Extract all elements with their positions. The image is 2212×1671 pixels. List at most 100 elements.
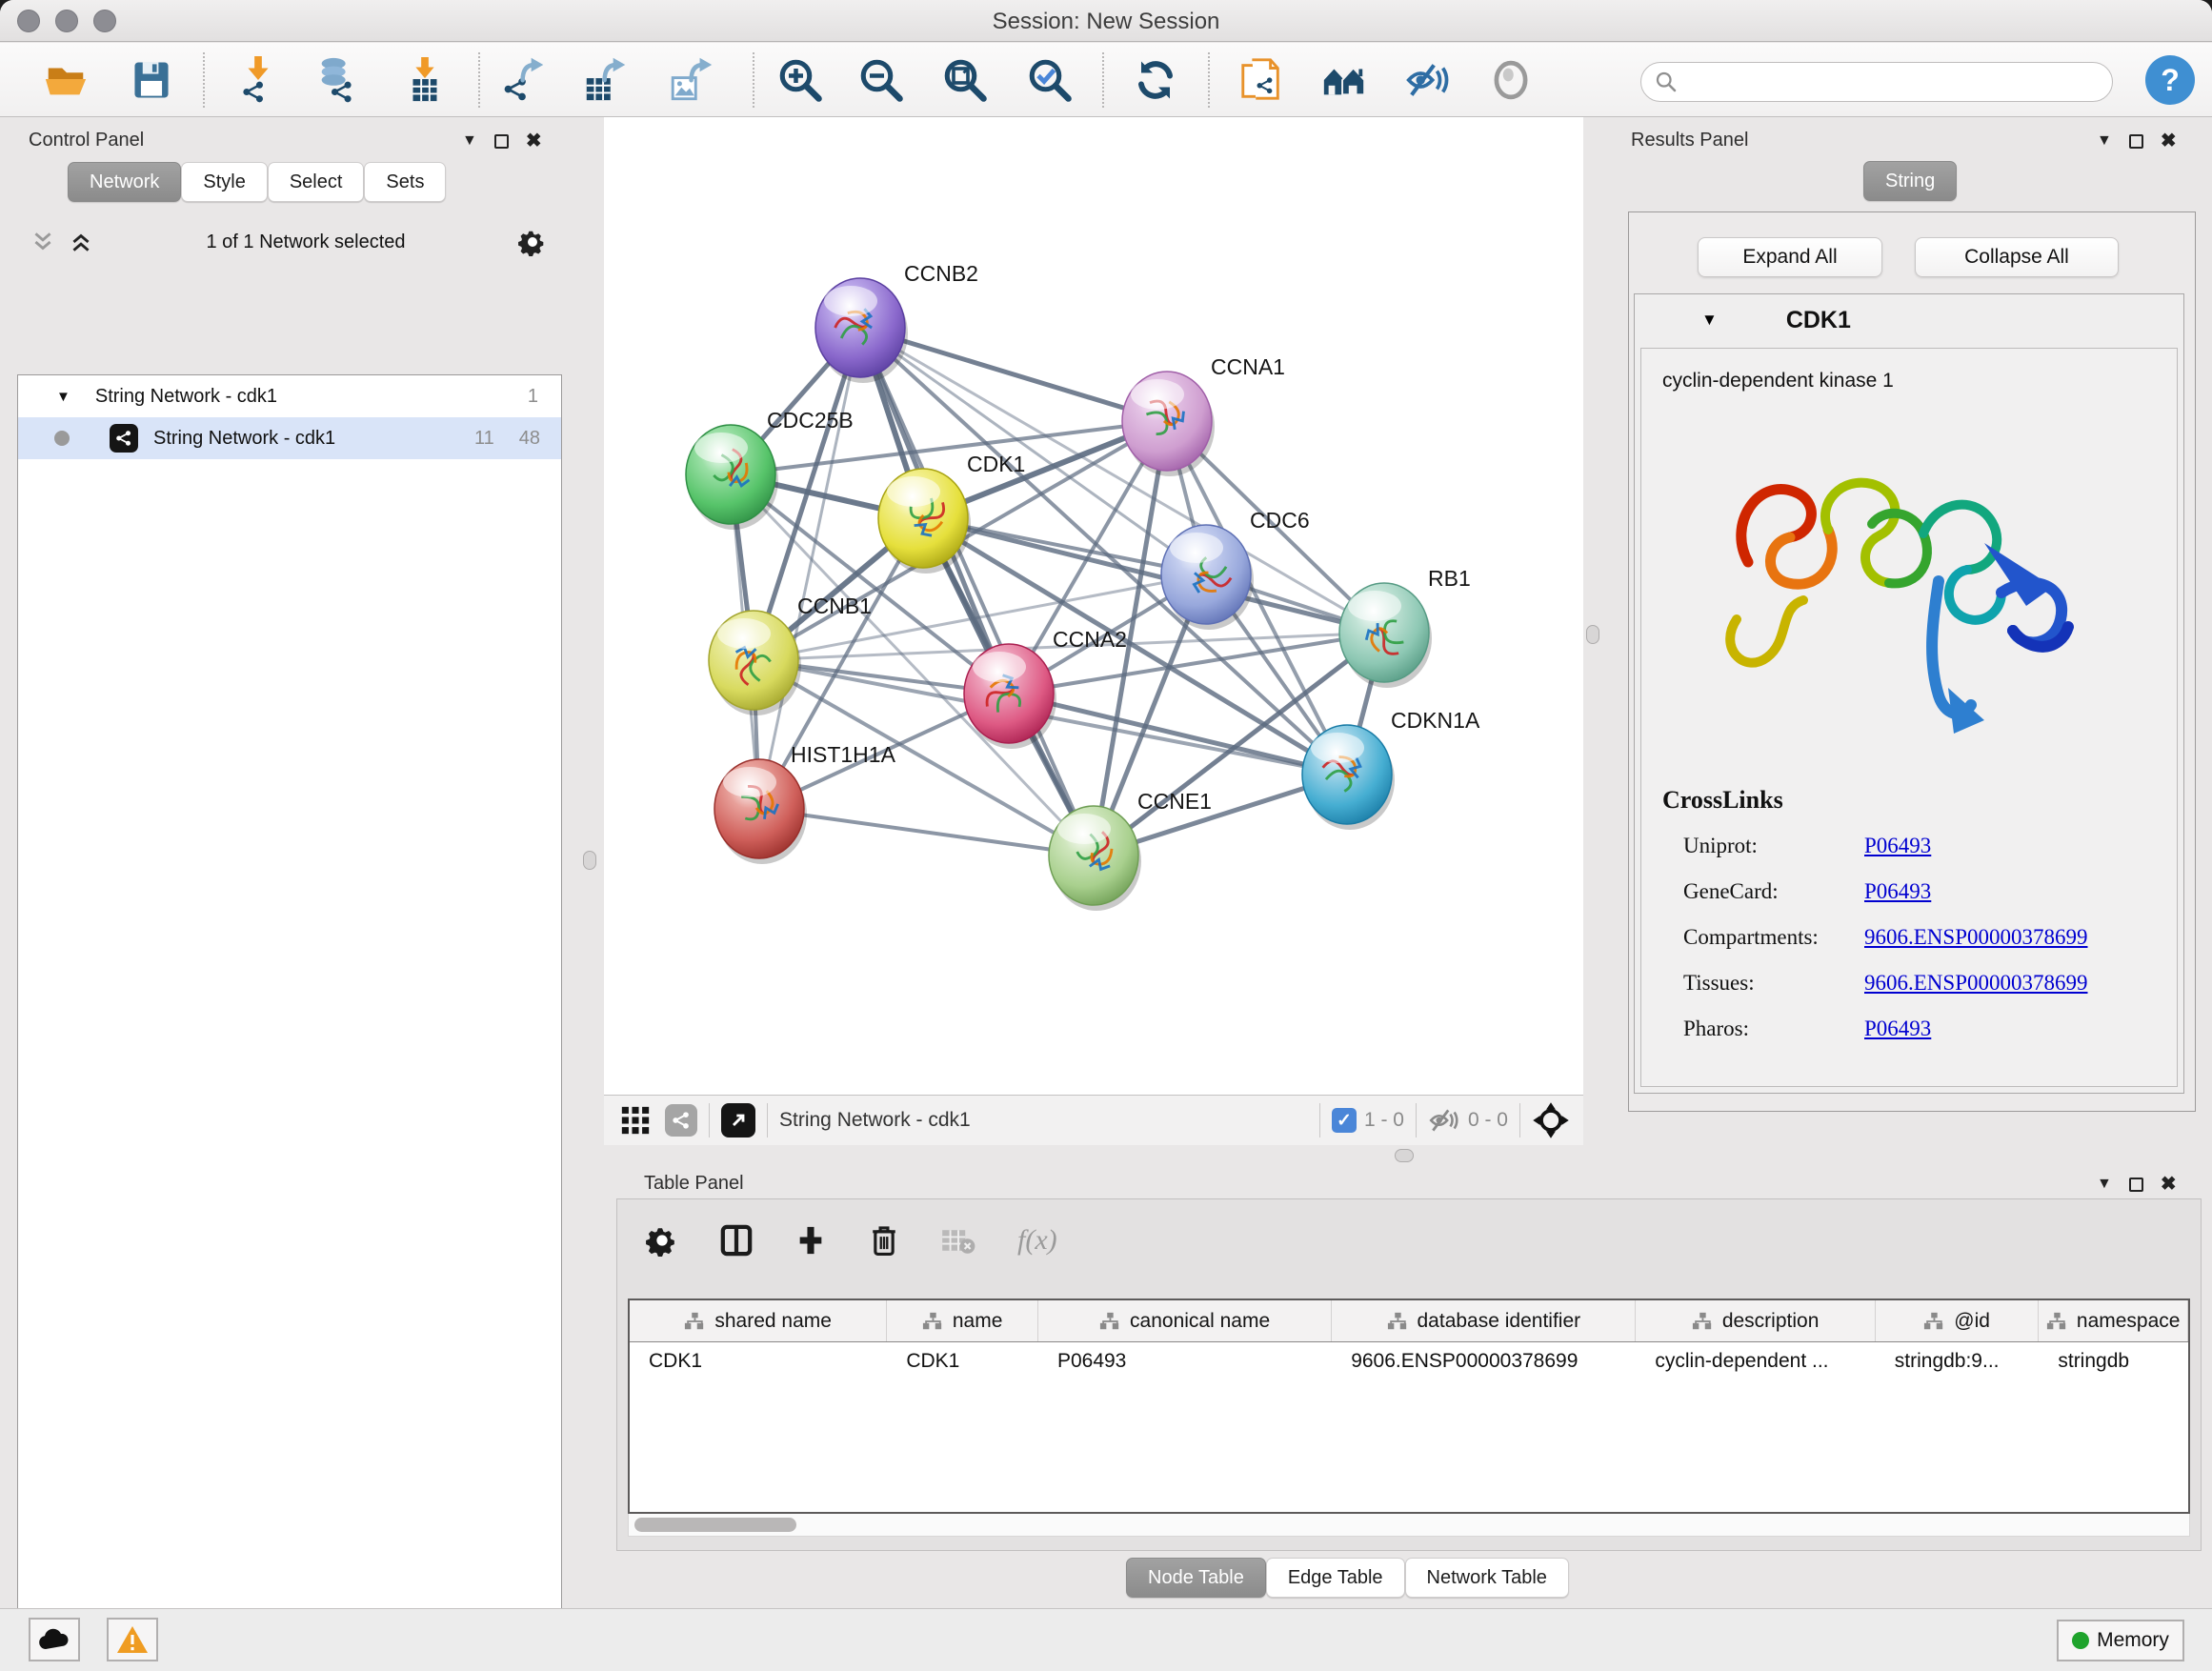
collection-expand-icon[interactable]: ▼ — [56, 389, 70, 405]
node-CCNE1[interactable] — [1049, 806, 1141, 911]
clone-network-button[interactable] — [1234, 52, 1289, 108]
selected-checkbox-icon[interactable]: ✓ — [1332, 1108, 1357, 1133]
birds-eye-view-button[interactable] — [1317, 52, 1372, 108]
crosslink-link[interactable]: P06493 — [1864, 1017, 1931, 1041]
network-view-type-icon[interactable] — [665, 1104, 697, 1137]
hidden-eye-icon[interactable] — [1428, 1108, 1460, 1133]
search-field[interactable] — [1640, 62, 2113, 102]
cloud-button[interactable] — [29, 1618, 80, 1661]
table-settings-gear-icon[interactable] — [646, 1224, 678, 1257]
network-options-gear-icon[interactable] — [518, 228, 547, 256]
help-button[interactable]: ? — [2145, 55, 2195, 105]
save-session-button[interactable] — [124, 52, 179, 108]
refresh-button[interactable] — [1128, 52, 1183, 108]
show-all-button[interactable] — [1483, 52, 1538, 108]
zoom-selected-button[interactable] — [1022, 52, 1077, 108]
expand-all-tree-icon[interactable] — [69, 230, 93, 254]
node-RB1[interactable] — [1339, 583, 1432, 688]
hide-selected-button[interactable] — [1400, 52, 1456, 108]
warnings-button[interactable] — [107, 1618, 158, 1661]
table-cell[interactable]: cyclin-dependent ... — [1636, 1342, 1875, 1380]
node-HIST1H1A[interactable] — [714, 759, 807, 864]
results-panel-float-icon[interactable] — [2129, 134, 2143, 149]
tab-network-table[interactable]: Network Table — [1405, 1558, 1569, 1598]
collapse-all-button[interactable]: Collapse All — [1915, 237, 2119, 277]
tab-string[interactable]: String — [1863, 161, 1957, 201]
right-splitter-handle[interactable] — [1586, 625, 1599, 644]
protein-collapse-icon[interactable]: ▼ — [1701, 311, 1718, 330]
delete-table-icon[interactable] — [941, 1226, 975, 1255]
tab-edge-table[interactable]: Edge Table — [1266, 1558, 1405, 1598]
memory-button[interactable]: Memory — [2057, 1620, 2184, 1661]
zoom-out-button[interactable] — [854, 52, 909, 108]
crosslink-link[interactable]: P06493 — [1864, 834, 1931, 858]
open-session-button[interactable] — [38, 52, 93, 108]
column-header-database-identifier[interactable]: database identifier — [1332, 1300, 1636, 1341]
protein-section-header[interactable]: ▼ CDK1 — [1635, 294, 2183, 346]
column-header-name[interactable]: name — [887, 1300, 1038, 1341]
search-input[interactable] — [1685, 70, 2112, 94]
fit-crosshair-icon[interactable] — [1532, 1101, 1570, 1139]
table-row[interactable]: CDK1CDK1P064939606.ENSP00000378699cyclin… — [630, 1342, 2188, 1380]
show-columns-icon[interactable] — [720, 1224, 753, 1257]
delete-column-trash-icon[interactable] — [869, 1224, 899, 1257]
scrollbar-thumb[interactable] — [634, 1518, 796, 1532]
zoom-in-button[interactable] — [773, 52, 828, 108]
tab-select[interactable]: Select — [268, 162, 365, 202]
collapse-all-tree-icon[interactable] — [30, 230, 55, 254]
node-CCNB2[interactable] — [815, 278, 908, 383]
import-network-database-button[interactable] — [310, 52, 365, 108]
node-CDKN1A[interactable] — [1302, 725, 1395, 830]
edge-CCNB2-CCNE1[interactable] — [860, 328, 1094, 856]
function-builder-icon[interactable]: f(x) — [1017, 1224, 1057, 1257]
column-header--id[interactable]: @id — [1876, 1300, 2040, 1341]
crosslink-link[interactable]: 9606.ENSP00000378699 — [1864, 925, 2088, 950]
add-column-icon[interactable] — [794, 1224, 827, 1257]
import-network-file-button[interactable] — [231, 52, 286, 108]
node-CDC25B[interactable] — [686, 425, 778, 530]
results-panel-menu-icon[interactable]: ▼ — [2097, 132, 2112, 150]
table-panel-menu-icon[interactable]: ▼ — [2097, 1176, 2112, 1193]
expand-all-button[interactable]: Expand All — [1698, 237, 1882, 277]
tab-sets[interactable]: Sets — [364, 162, 446, 202]
table-cell[interactable]: P06493 — [1038, 1342, 1332, 1380]
zoom-fit-button[interactable] — [937, 52, 993, 108]
table-horizontal-scrollbar[interactable] — [628, 1514, 2190, 1537]
results-panel-close-icon[interactable]: ✖ — [2161, 131, 2177, 151]
network-canvas[interactable]: CCNB2CCNA1CDC25BCDK1CDC6RB1CCNB1CCNA2CDK… — [604, 117, 1583, 1095]
network-collection-row[interactable]: ▼ String Network - cdk1 1 — [18, 375, 561, 417]
network-graph[interactable]: CCNB2CCNA1CDC25BCDK1CDC6RB1CCNB1CCNA2CDK… — [604, 117, 1583, 1095]
column-header-namespace[interactable]: namespace — [2039, 1300, 2188, 1341]
node-CDK1[interactable] — [878, 469, 971, 574]
node-CDC6[interactable] — [1161, 525, 1254, 630]
grid-view-icon[interactable] — [619, 1104, 652, 1137]
crosslink-link[interactable]: P06493 — [1864, 879, 1931, 904]
import-table-button[interactable] — [397, 52, 452, 108]
node-CCNA1[interactable] — [1122, 372, 1215, 476]
tab-network[interactable]: Network — [68, 162, 181, 202]
table-cell[interactable]: 9606.ENSP00000378699 — [1332, 1342, 1636, 1380]
tab-node-table[interactable]: Node Table — [1126, 1558, 1266, 1598]
table-cell[interactable]: CDK1 — [630, 1342, 887, 1380]
edge-HIST1H1A-CCNE1[interactable] — [759, 809, 1094, 856]
column-header-canonical-name[interactable]: canonical name — [1038, 1300, 1332, 1341]
column-header-shared-name[interactable]: shared name — [630, 1300, 887, 1341]
crosslink-link[interactable]: 9606.ENSP00000378699 — [1864, 971, 2088, 996]
network-row[interactable]: String Network - cdk1 11 48 — [18, 417, 561, 459]
table-cell[interactable]: CDK1 — [887, 1342, 1038, 1380]
table-cell[interactable]: stringdb:9... — [1876, 1342, 2040, 1380]
edge-CCNB2-HIST1H1A[interactable] — [759, 328, 860, 809]
node-CCNB1[interactable] — [709, 611, 801, 715]
table-cell[interactable]: stringdb — [2039, 1342, 2188, 1380]
export-network-button[interactable] — [495, 52, 551, 108]
detach-view-icon[interactable] — [721, 1103, 755, 1137]
control-panel-menu-icon[interactable]: ▼ — [462, 132, 477, 150]
table-panel-close-icon[interactable]: ✖ — [2161, 1175, 2177, 1194]
column-header-description[interactable]: description — [1636, 1300, 1875, 1341]
control-panel-close-icon[interactable]: ✖ — [526, 131, 542, 151]
horizontal-splitter-handle[interactable] — [1395, 1149, 1414, 1162]
export-table-button[interactable] — [577, 52, 633, 108]
control-panel-float-icon[interactable] — [494, 134, 509, 149]
export-image-button[interactable] — [662, 52, 717, 108]
table-panel-float-icon[interactable] — [2129, 1178, 2143, 1192]
